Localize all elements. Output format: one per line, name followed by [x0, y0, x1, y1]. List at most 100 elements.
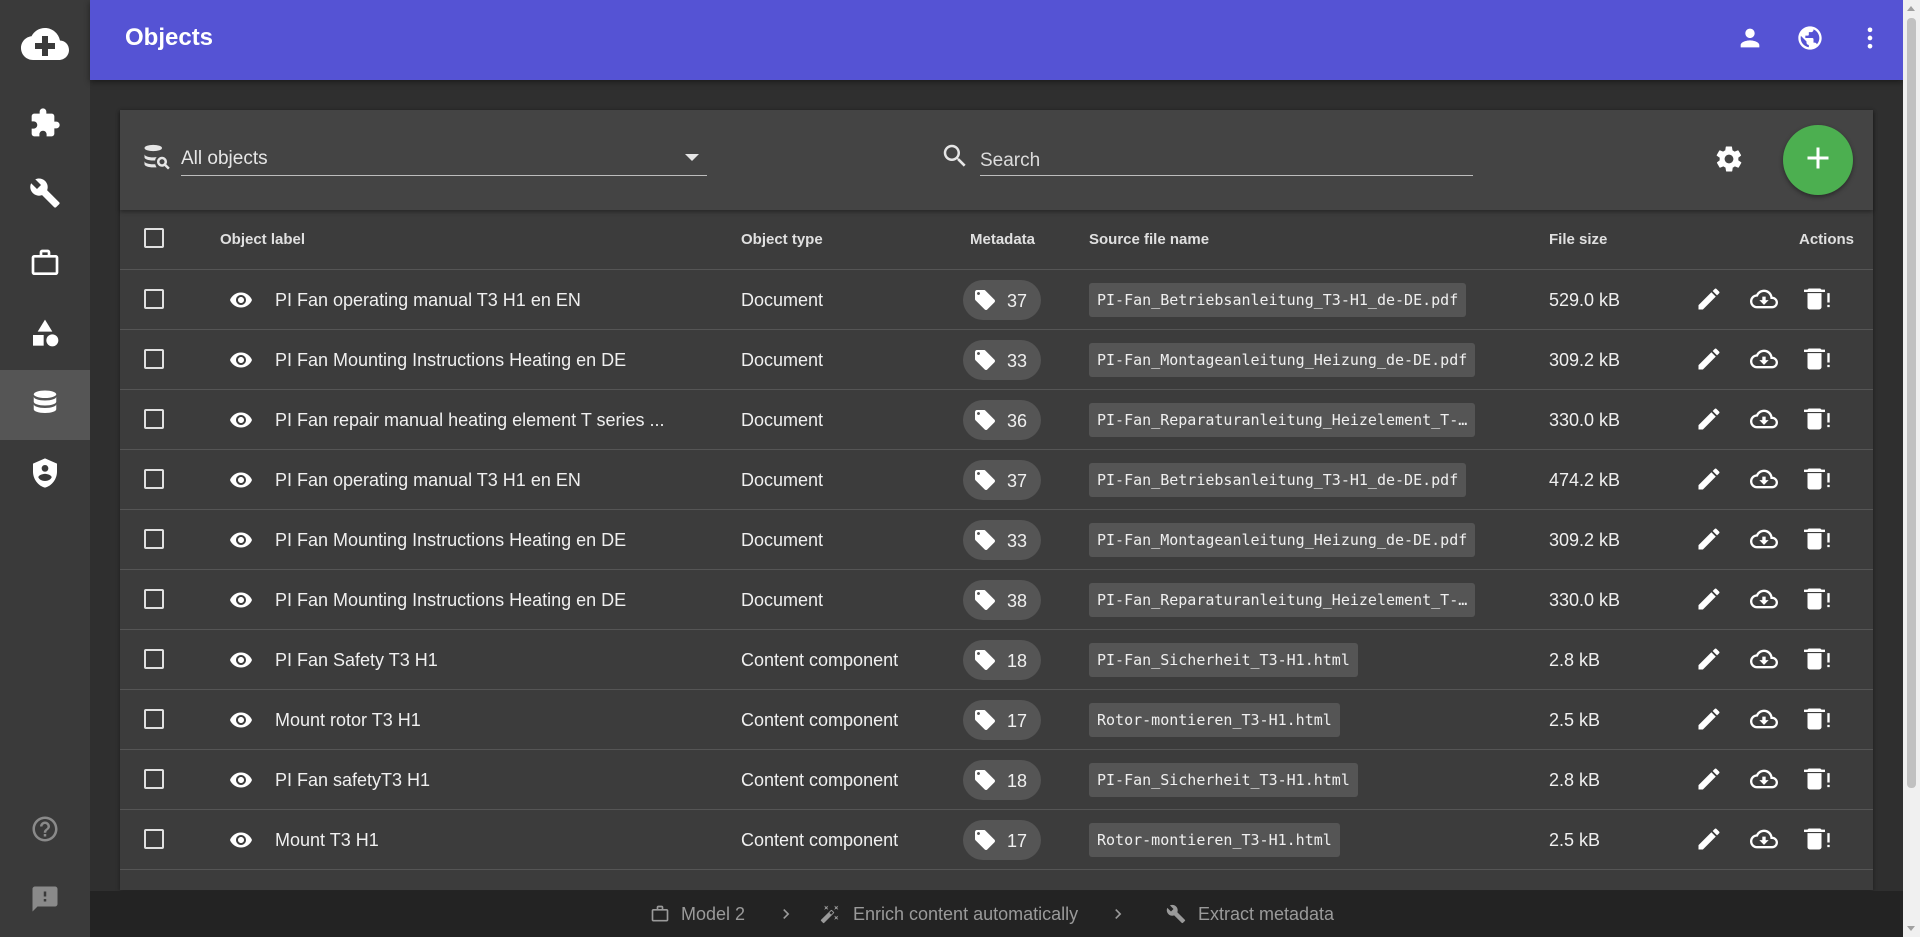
account-button[interactable]	[1732, 22, 1768, 58]
download-button[interactable]	[1748, 765, 1780, 798]
download-button[interactable]	[1748, 825, 1780, 858]
search-input[interactable]	[980, 140, 1473, 176]
scrollbar-thumb[interactable]	[1907, 18, 1916, 788]
object-label[interactable]: PI Fan Mounting Instructions Heating en …	[275, 350, 626, 371]
object-label[interactable]: PI Fan Safety T3 H1	[275, 650, 438, 671]
column-header-metadata[interactable]: Metadata	[970, 231, 1035, 248]
sidebar-item-admin[interactable]	[0, 440, 90, 510]
metadata-chip[interactable]: 38	[963, 580, 1041, 620]
delete-button[interactable]	[1804, 645, 1832, 678]
sidebar-item-objects[interactable]	[0, 370, 90, 440]
download-button[interactable]	[1748, 585, 1780, 618]
download-button[interactable]	[1748, 465, 1780, 498]
metadata-chip[interactable]: 36	[963, 400, 1041, 440]
metadata-chip[interactable]: 37	[963, 460, 1041, 500]
page-scrollbar[interactable]	[1903, 0, 1920, 937]
scroll-down-arrow[interactable]	[1907, 926, 1915, 931]
edit-button[interactable]	[1695, 705, 1723, 738]
add-object-button[interactable]	[1783, 125, 1853, 195]
sidebar-item-models[interactable]	[0, 300, 90, 370]
download-button[interactable]	[1748, 285, 1780, 318]
sidebar-item-plugins[interactable]	[0, 90, 90, 160]
delete-button[interactable]	[1804, 825, 1832, 858]
sidebar-item-projects[interactable]	[0, 230, 90, 300]
metadata-chip[interactable]: 17	[963, 700, 1041, 740]
edit-button[interactable]	[1695, 345, 1723, 378]
edit-button[interactable]	[1695, 825, 1723, 858]
download-button[interactable]	[1748, 705, 1780, 738]
preview-button[interactable]	[226, 768, 256, 797]
column-header-source[interactable]: Source file name	[1089, 231, 1209, 248]
edit-button[interactable]	[1695, 465, 1723, 498]
metadata-chip[interactable]: 18	[963, 640, 1041, 680]
delete-button[interactable]	[1804, 585, 1832, 618]
preview-button[interactable]	[226, 648, 256, 677]
preview-button[interactable]	[226, 708, 256, 737]
object-label[interactable]: PI Fan operating manual T3 H1 en EN	[275, 290, 581, 311]
preview-button[interactable]	[226, 348, 256, 377]
edit-button[interactable]	[1695, 405, 1723, 438]
object-label[interactable]: Mount T3 H1	[275, 830, 379, 851]
preview-button[interactable]	[226, 408, 256, 437]
metadata-chip[interactable]: 37	[963, 280, 1041, 320]
object-label[interactable]: PI Fan repair manual heating element T s…	[275, 410, 665, 431]
delete-button[interactable]	[1804, 345, 1832, 378]
delete-button[interactable]	[1804, 465, 1832, 498]
sidebar-item-feedback[interactable]	[0, 866, 90, 936]
object-label[interactable]: PI Fan Mounting Instructions Heating en …	[275, 530, 626, 551]
settings-button[interactable]	[1714, 144, 1744, 179]
column-header-size[interactable]: File size	[1549, 231, 1607, 248]
select-all-checkbox[interactable]	[144, 228, 164, 248]
download-button[interactable]	[1748, 645, 1780, 678]
delete-button[interactable]	[1804, 765, 1832, 798]
edit-button[interactable]	[1695, 765, 1723, 798]
object-label[interactable]: PI Fan safetyT3 H1	[275, 770, 430, 791]
cloud-download-icon	[1748, 769, 1780, 797]
column-header-label[interactable]: Object label	[220, 231, 305, 248]
edit-button[interactable]	[1695, 285, 1723, 318]
row-checkbox[interactable]	[144, 289, 164, 309]
preview-button[interactable]	[226, 468, 256, 497]
breadcrumb-item-enrich[interactable]: Enrich content automatically	[853, 904, 1078, 925]
object-label[interactable]: PI Fan Mounting Instructions Heating en …	[275, 590, 626, 611]
row-checkbox[interactable]	[144, 409, 164, 429]
row-checkbox[interactable]	[144, 469, 164, 489]
delete-button[interactable]	[1804, 705, 1832, 738]
edit-button[interactable]	[1695, 585, 1723, 618]
object-label[interactable]: PI Fan operating manual T3 H1 en EN	[275, 470, 581, 491]
metadata-chip[interactable]: 18	[963, 760, 1041, 800]
breadcrumb-item-extract[interactable]: Extract metadata	[1198, 904, 1334, 925]
scroll-up-arrow[interactable]	[1907, 6, 1915, 11]
preview-button[interactable]	[226, 828, 256, 857]
download-button[interactable]	[1748, 345, 1780, 378]
row-checkbox[interactable]	[144, 829, 164, 849]
metadata-chip[interactable]: 17	[963, 820, 1041, 860]
download-button[interactable]	[1748, 405, 1780, 438]
row-checkbox[interactable]	[144, 769, 164, 789]
breadcrumb-item-model[interactable]: Model 2	[681, 904, 745, 925]
more-menu-button[interactable]	[1852, 22, 1888, 58]
preview-button[interactable]	[226, 588, 256, 617]
edit-button[interactable]	[1695, 525, 1723, 558]
delete-button[interactable]	[1804, 405, 1832, 438]
sidebar-item-help[interactable]	[0, 796, 90, 866]
metadata-chip[interactable]: 33	[963, 340, 1041, 380]
sidebar-item-tools[interactable]	[0, 160, 90, 230]
column-header-type[interactable]: Object type	[741, 231, 823, 248]
sidebar-item-upload[interactable]	[0, 11, 90, 81]
download-button[interactable]	[1748, 525, 1780, 558]
delete-button[interactable]	[1804, 285, 1832, 318]
preview-button[interactable]	[226, 528, 256, 557]
row-checkbox[interactable]	[144, 649, 164, 669]
object-label[interactable]: Mount rotor T3 H1	[275, 710, 421, 731]
row-checkbox[interactable]	[144, 589, 164, 609]
row-checkbox[interactable]	[144, 529, 164, 549]
row-checkbox[interactable]	[144, 349, 164, 369]
edit-button[interactable]	[1695, 645, 1723, 678]
preview-button[interactable]	[226, 288, 256, 317]
metadata-chip[interactable]: 33	[963, 520, 1041, 560]
delete-button[interactable]	[1804, 525, 1832, 558]
language-button[interactable]	[1792, 22, 1828, 58]
object-filter-select[interactable]: All objects	[181, 140, 707, 176]
row-checkbox[interactable]	[144, 709, 164, 729]
